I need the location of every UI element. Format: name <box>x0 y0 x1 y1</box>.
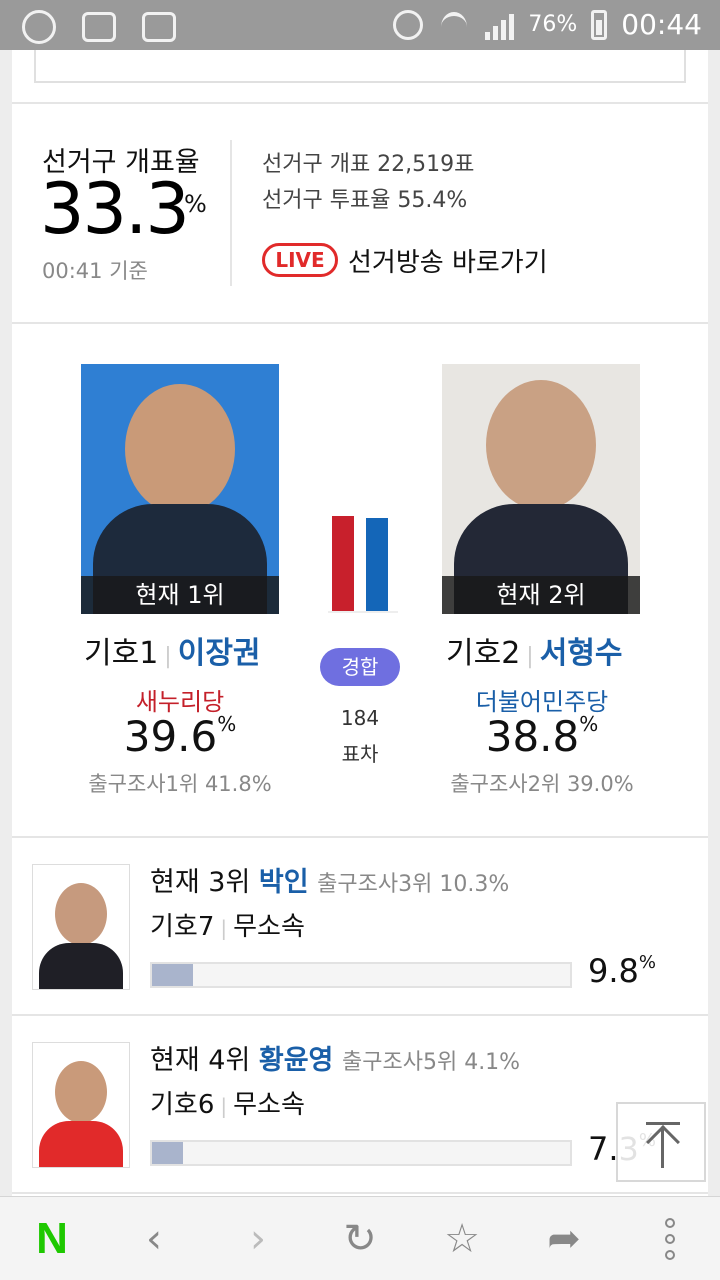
candidate-1-heading[interactable]: 기호1 | 이장권 <box>84 628 261 672</box>
turnout: 선거구 투표율 55.4% <box>262 188 468 213</box>
candidate-2-percent-value: 38.8 <box>485 712 580 761</box>
candidate-2-rank: 현재 2위 <box>442 576 640 614</box>
candidate-1-percent: 39.6% <box>60 712 300 761</box>
mail-icon <box>142 12 176 42</box>
browser-toolbar: N ‹ › ↻ ☆ ➦ <box>0 1196 720 1280</box>
star-icon: ☆ <box>444 1216 480 1262</box>
candidate-1-percent-unit: % <box>217 712 237 736</box>
divider <box>12 322 708 324</box>
candidate-2-exit-poll: 출구조사2위 39.0% <box>450 772 634 796</box>
candidate-3-name[interactable]: 박인 <box>259 867 309 898</box>
more-menu-button[interactable] <box>640 1211 700 1267</box>
candidate-3-vote-bar-fill <box>152 964 193 986</box>
candidate-4-name[interactable]: 황윤영 <box>259 1045 334 1076</box>
candidate-2-number: 기호2 <box>446 636 521 671</box>
candidate-2-percent-unit: % <box>579 712 599 736</box>
candidate-4-vote-bar-fill <box>152 1142 183 1164</box>
signal-icon <box>485 10 515 40</box>
candidate-2-percent: 38.8% <box>422 712 662 761</box>
vote-gap-value: 184 <box>340 706 380 730</box>
candidate-1-name[interactable]: 이장권 <box>178 636 261 671</box>
carrier-app-icon <box>22 10 56 44</box>
battery-icon <box>591 9 608 40</box>
candidate-3-party: 무소속 <box>233 912 305 942</box>
chart-baseline <box>328 611 398 613</box>
share-button[interactable]: ➦ <box>534 1211 594 1267</box>
candidate-2-photo[interactable]: 현재 2위 <box>442 364 640 614</box>
candidate-4-vote-bar <box>150 1140 572 1166</box>
count-rate-unit: % <box>184 190 207 218</box>
count-rate-value: 33.3 <box>40 168 190 250</box>
alarm-icon <box>393 9 424 40</box>
ballots-counted: 선거구 개표 22,519표 <box>262 152 475 177</box>
candidate-1-photo[interactable]: 현재 1위 <box>81 364 279 614</box>
live-badge[interactable]: LIVE <box>262 243 338 277</box>
battery-percent: 76% <box>528 12 578 37</box>
vote-gap-label: 표차 <box>341 742 379 766</box>
candidate-4-rank: 현재 4위 <box>150 1045 251 1076</box>
candidate-4-subline: 기호6 | 무소속 <box>150 1090 305 1120</box>
bookmark-button[interactable]: ☆ <box>432 1211 492 1267</box>
candidate-1-share-bar <box>332 516 354 611</box>
clock: 00:44 <box>621 8 702 41</box>
divider <box>12 102 708 104</box>
results-card: 선거구 개표율 33.3 % 00:41 기준 선거구 개표 22,519표 선… <box>12 50 708 1196</box>
wifi-icon <box>437 10 471 40</box>
divider <box>12 1014 708 1016</box>
chevron-right-icon: › <box>250 1216 266 1262</box>
live-broadcast-link[interactable]: 선거방송 바로가기 <box>348 242 548 279</box>
candidate-1-exit-poll: 출구조사1위 41.8% <box>88 772 272 796</box>
divider <box>12 1192 708 1194</box>
candidate-3-subline: 기호7 | 무소속 <box>150 912 305 942</box>
candidate-2-name[interactable]: 서형수 <box>540 636 623 671</box>
share-icon: ➦ <box>547 1216 581 1262</box>
candidate-1-number: 기호1 <box>84 636 159 671</box>
candidate-3-rank: 현재 3위 <box>150 867 251 898</box>
candidate-3-percent-value: 9.8 <box>588 952 639 990</box>
scroll-to-top-button[interactable] <box>616 1102 706 1182</box>
candidate-1-rank: 현재 1위 <box>81 576 279 614</box>
previous-section-box <box>34 50 686 83</box>
back-button[interactable]: ‹ <box>124 1211 184 1267</box>
more-vertical-icon <box>665 1218 675 1260</box>
candidate-4-title[interactable]: 현재 4위 황윤영 출구조사5위 4.1% <box>150 1038 520 1077</box>
candidate-4-party: 무소속 <box>233 1090 305 1120</box>
status-bar: 76% 00:44 <box>0 0 720 50</box>
chevron-left-icon: ‹ <box>146 1216 162 1262</box>
candidate-2-heading[interactable]: 기호2 | 서형수 <box>446 628 623 672</box>
candidate-3-number: 기호7 <box>150 912 215 942</box>
refresh-button[interactable]: ↻ <box>330 1211 390 1267</box>
candidate-1-percent-value: 39.6 <box>123 712 218 761</box>
candidate-4-number: 기호6 <box>150 1090 215 1120</box>
gallery-icon <box>82 12 116 42</box>
divider <box>12 836 708 838</box>
forward-button[interactable]: › <box>228 1211 288 1267</box>
candidate-3-percent-unit: % <box>638 952 656 973</box>
count-timestamp: 00:41 기준 <box>42 259 148 283</box>
naver-home-button[interactable]: N <box>22 1211 82 1267</box>
divider <box>230 140 232 286</box>
candidate-3-percent: 9.8% <box>588 952 656 990</box>
candidate-2-share-bar <box>366 518 388 611</box>
candidate-3-title[interactable]: 현재 3위 박인 출구조사3위 10.3% <box>150 860 509 899</box>
candidate-3-exit-poll: 출구조사3위 10.3% <box>317 872 510 897</box>
candidate-3-photo[interactable] <box>32 864 130 990</box>
candidate-4-exit-poll: 출구조사5위 4.1% <box>342 1050 521 1075</box>
race-status-badge: 경합 <box>320 648 400 686</box>
candidate-4-photo[interactable] <box>32 1042 130 1168</box>
refresh-icon: ↻ <box>343 1216 377 1262</box>
candidate-3-vote-bar <box>150 962 572 988</box>
